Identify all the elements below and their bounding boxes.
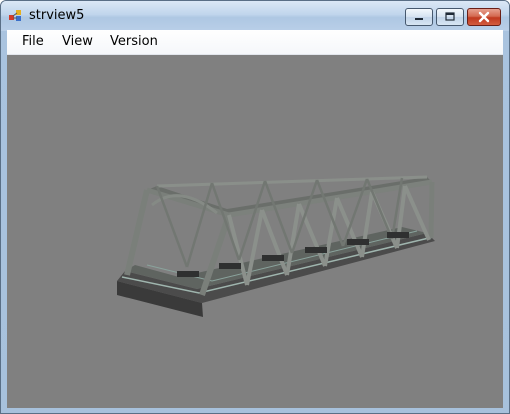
close-icon bbox=[478, 11, 490, 23]
menu-view[interactable]: View bbox=[62, 34, 93, 49]
menu-version[interactable]: Version bbox=[110, 34, 158, 49]
end-post-left bbox=[124, 189, 150, 276]
minimize-button[interactable] bbox=[405, 8, 433, 26]
client-area: File View Version bbox=[7, 30, 503, 408]
truss-bridge-model bbox=[117, 175, 435, 317]
window-title: strview5 bbox=[29, 8, 85, 23]
app-window: strview5 File View Version bbox=[0, 0, 510, 414]
close-button[interactable] bbox=[467, 8, 501, 26]
menu-file[interactable]: File bbox=[22, 34, 44, 49]
end-post-right bbox=[428, 181, 435, 239]
menu-bar: File View Version bbox=[7, 30, 503, 55]
maximize-icon bbox=[445, 12, 455, 21]
3d-viewport[interactable] bbox=[7, 55, 503, 408]
minimize-icon bbox=[415, 18, 423, 20]
maximize-button[interactable] bbox=[436, 8, 464, 26]
title-bar[interactable]: strview5 bbox=[1, 1, 509, 31]
app-icon bbox=[9, 10, 21, 21]
